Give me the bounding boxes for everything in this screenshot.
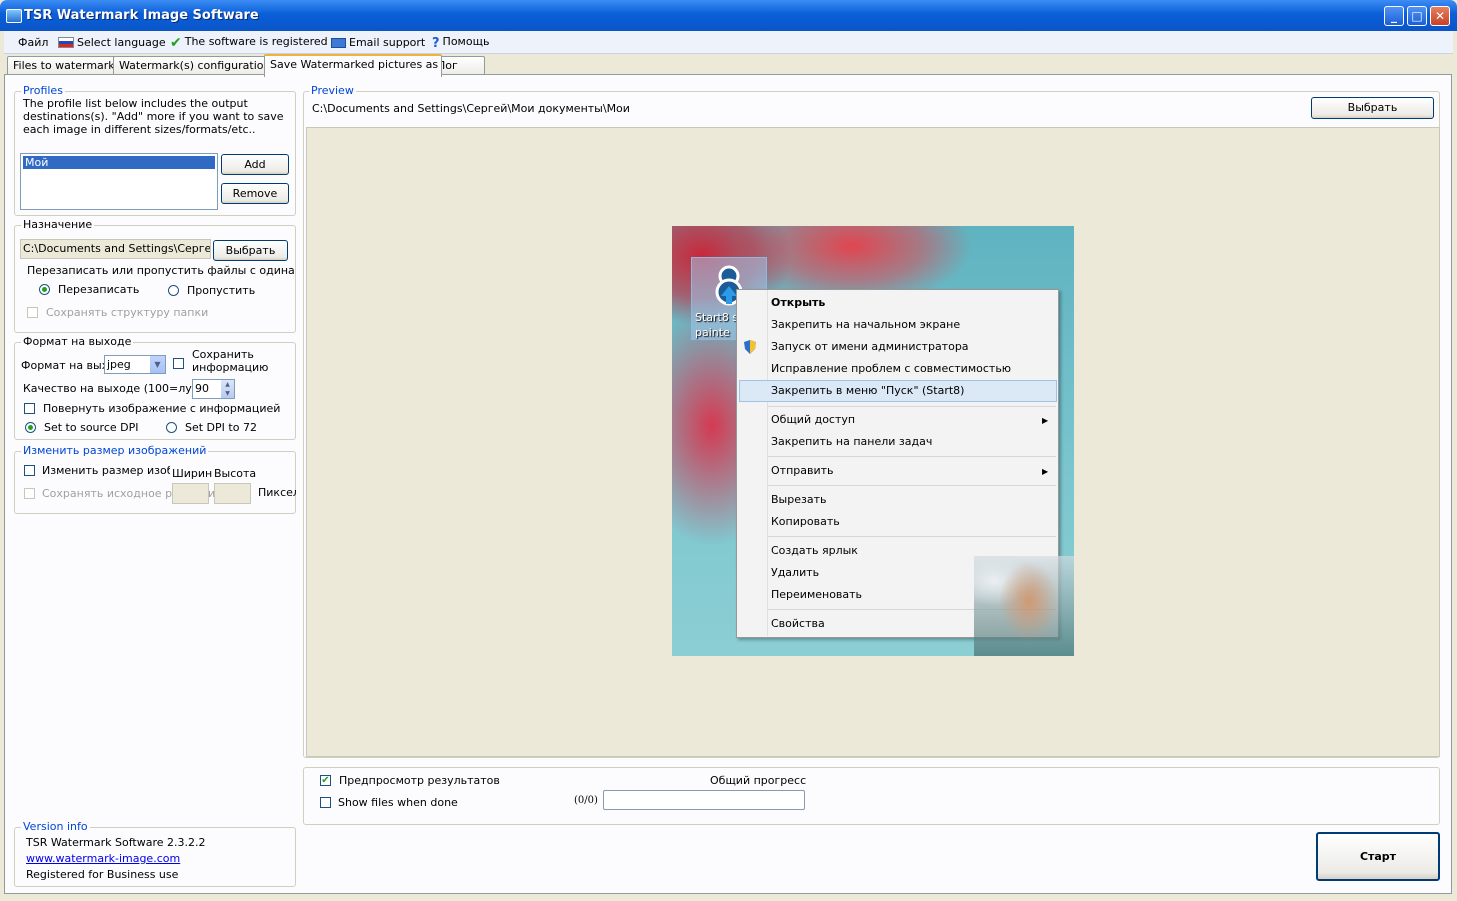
russian-flag-icon [58, 37, 74, 48]
ctx-run-as-admin: Запуск от имени администратора [771, 340, 969, 353]
ctx-pin-start-screen: Закрепить на начальном экране [771, 318, 961, 331]
add-profile-button[interactable]: Add [221, 154, 289, 175]
version-product: TSR Watermark Software 2.3.2.2 [26, 836, 206, 849]
units-label: Пиксел [258, 486, 296, 499]
tab-files-to-watermark[interactable]: Files to watermark [7, 56, 120, 75]
menu-help[interactable]: ? Помощь [432, 35, 489, 51]
checkmark-icon: ✔ [170, 35, 182, 51]
skip-label: Пропустить [187, 284, 256, 297]
menu-select-language[interactable]: Select language [58, 36, 166, 49]
remove-profile-button[interactable]: Remove [221, 183, 289, 204]
output-format-legend: Формат на выходе [21, 335, 134, 348]
ctx-pin-taskbar: Закрепить на панели задач [771, 435, 933, 448]
ctx-open: Открыть [771, 296, 826, 309]
overall-progress-label: Общий прогресс [710, 774, 807, 787]
menu-file[interactable]: Файл [18, 36, 48, 49]
format-select[interactable]: jpeg ▼ [104, 355, 166, 374]
resize-label: Изменить размер изоб [42, 464, 170, 477]
context-menu-gutter [767, 290, 768, 636]
keep-structure-checkbox[interactable] [27, 307, 38, 318]
dpi-source-radio[interactable] [25, 422, 36, 433]
dpi-72-label: Set DPI to 72 [185, 421, 257, 434]
window-title: TSR Watermark Image Software [24, 8, 259, 23]
tab-save-watermarked[interactable]: Save Watermarked pictures as [264, 54, 442, 77]
dpi-72-radio[interactable] [166, 422, 177, 433]
menu-email-support[interactable]: Email support [331, 36, 425, 49]
resize-group [14, 451, 296, 514]
ctx-copy: Копировать [771, 515, 840, 528]
ctx-send-to: Отправить [771, 464, 834, 477]
ctx-separator [768, 406, 1056, 407]
format-label: Формат на выхо [21, 359, 104, 372]
rotate-checkbox[interactable] [24, 403, 35, 414]
submenu-arrow-icon: ▶ [1042, 467, 1049, 476]
ctx-separator [768, 456, 1056, 457]
width-field[interactable] [172, 483, 209, 504]
preview-browse-button[interactable]: Выбрать [1311, 97, 1434, 119]
save-info-label: Сохранить информацию [192, 348, 269, 374]
destination-path-field[interactable]: C:\Documents and Settings\Сергей\ [20, 239, 211, 259]
minimize-button[interactable]: _ [1384, 6, 1404, 26]
ctx-create-shortcut: Создать ярлык [771, 544, 858, 557]
stepper-arrows-icon[interactable]: ▲ ▼ [221, 380, 234, 398]
overwrite-label: Перезаписать [58, 283, 140, 296]
profiles-description: The profile list below includes the outp… [23, 97, 284, 136]
destination-legend: Назначение [21, 218, 95, 231]
height-label: Высота [214, 467, 257, 480]
ctx-delete: Удалить [771, 566, 820, 579]
show-files-checkbox[interactable] [320, 797, 331, 808]
envelope-icon [331, 38, 346, 48]
preview-results-label: Предпросмотр результатов [339, 774, 500, 787]
overwrite-radio[interactable] [39, 284, 50, 295]
progress-count: (0/0) [574, 795, 598, 806]
ctx-share: Общий доступ [771, 413, 856, 426]
keep-ratio-label: Сохранять исходное раз [42, 487, 172, 500]
tab-watermark-configuration[interactable]: Watermark(s) configuration [113, 56, 273, 75]
ctx-separator [768, 536, 1056, 537]
preview-results-checkbox[interactable]: ✔ [320, 775, 331, 786]
ctx-separator [768, 485, 1056, 486]
preview-legend: Preview [309, 84, 356, 97]
keep-ratio-checkbox[interactable] [24, 488, 35, 499]
question-icon: ? [432, 36, 440, 51]
shield-icon [744, 340, 756, 354]
resize-legend: Изменить размер изображений [21, 444, 209, 457]
quality-stepper[interactable]: 90 ▲ ▼ [192, 379, 235, 399]
close-button[interactable]: ✕ [1430, 6, 1450, 26]
start-button[interactable]: Старт [1316, 832, 1440, 881]
chevron-down-icon[interactable]: ▼ [150, 356, 165, 373]
profile-item[interactable]: Мой [23, 156, 215, 169]
ctx-cut: Вырезать [771, 493, 827, 506]
ctx-pin-start8: Закрепить в меню "Пуск" (Start8) [771, 384, 965, 397]
resize-checkbox[interactable] [24, 465, 35, 476]
menu-registered[interactable]: ✔ The software is registered [170, 35, 328, 51]
dpi-source-label: Set to source DPI [44, 421, 139, 434]
profiles-legend: Profiles [21, 84, 65, 97]
ctx-troubleshoot: Исправление проблем с совместимостью [771, 362, 1012, 375]
license-text: Registered for Business use [26, 868, 179, 881]
ctx-rename: Переименовать [771, 588, 863, 601]
version-legend: Version info [21, 820, 90, 833]
preview-path: C:\Documents and Settings\Сергей\Мои док… [312, 102, 630, 115]
width-label: Ширин [172, 467, 213, 480]
quality-label: Качество на выходе (100=лучше [23, 382, 193, 395]
show-files-label: Show files when done [338, 796, 458, 809]
save-info-checkbox[interactable] [173, 358, 184, 369]
destination-browse-button[interactable]: Выбрать [213, 240, 288, 261]
height-field[interactable] [214, 483, 251, 504]
skip-radio[interactable] [168, 285, 179, 296]
progress-bar [603, 790, 805, 810]
watermark-overlay-image [974, 556, 1074, 656]
ctx-properties: Свойства [771, 617, 825, 630]
maximize-button[interactable]: □ [1407, 6, 1427, 26]
rotate-label: Повернуть изображение с информацией [43, 402, 281, 415]
submenu-arrow-icon: ▶ [1042, 416, 1049, 425]
website-link[interactable]: www.watermark-image.com [26, 852, 180, 865]
app-icon [6, 9, 22, 23]
keep-structure-label: Сохранять структуру папки [46, 306, 209, 319]
profiles-list[interactable]: Мой [20, 153, 218, 210]
overwrite-prompt: Перезаписать или пропустить файлы с один… [27, 264, 295, 277]
